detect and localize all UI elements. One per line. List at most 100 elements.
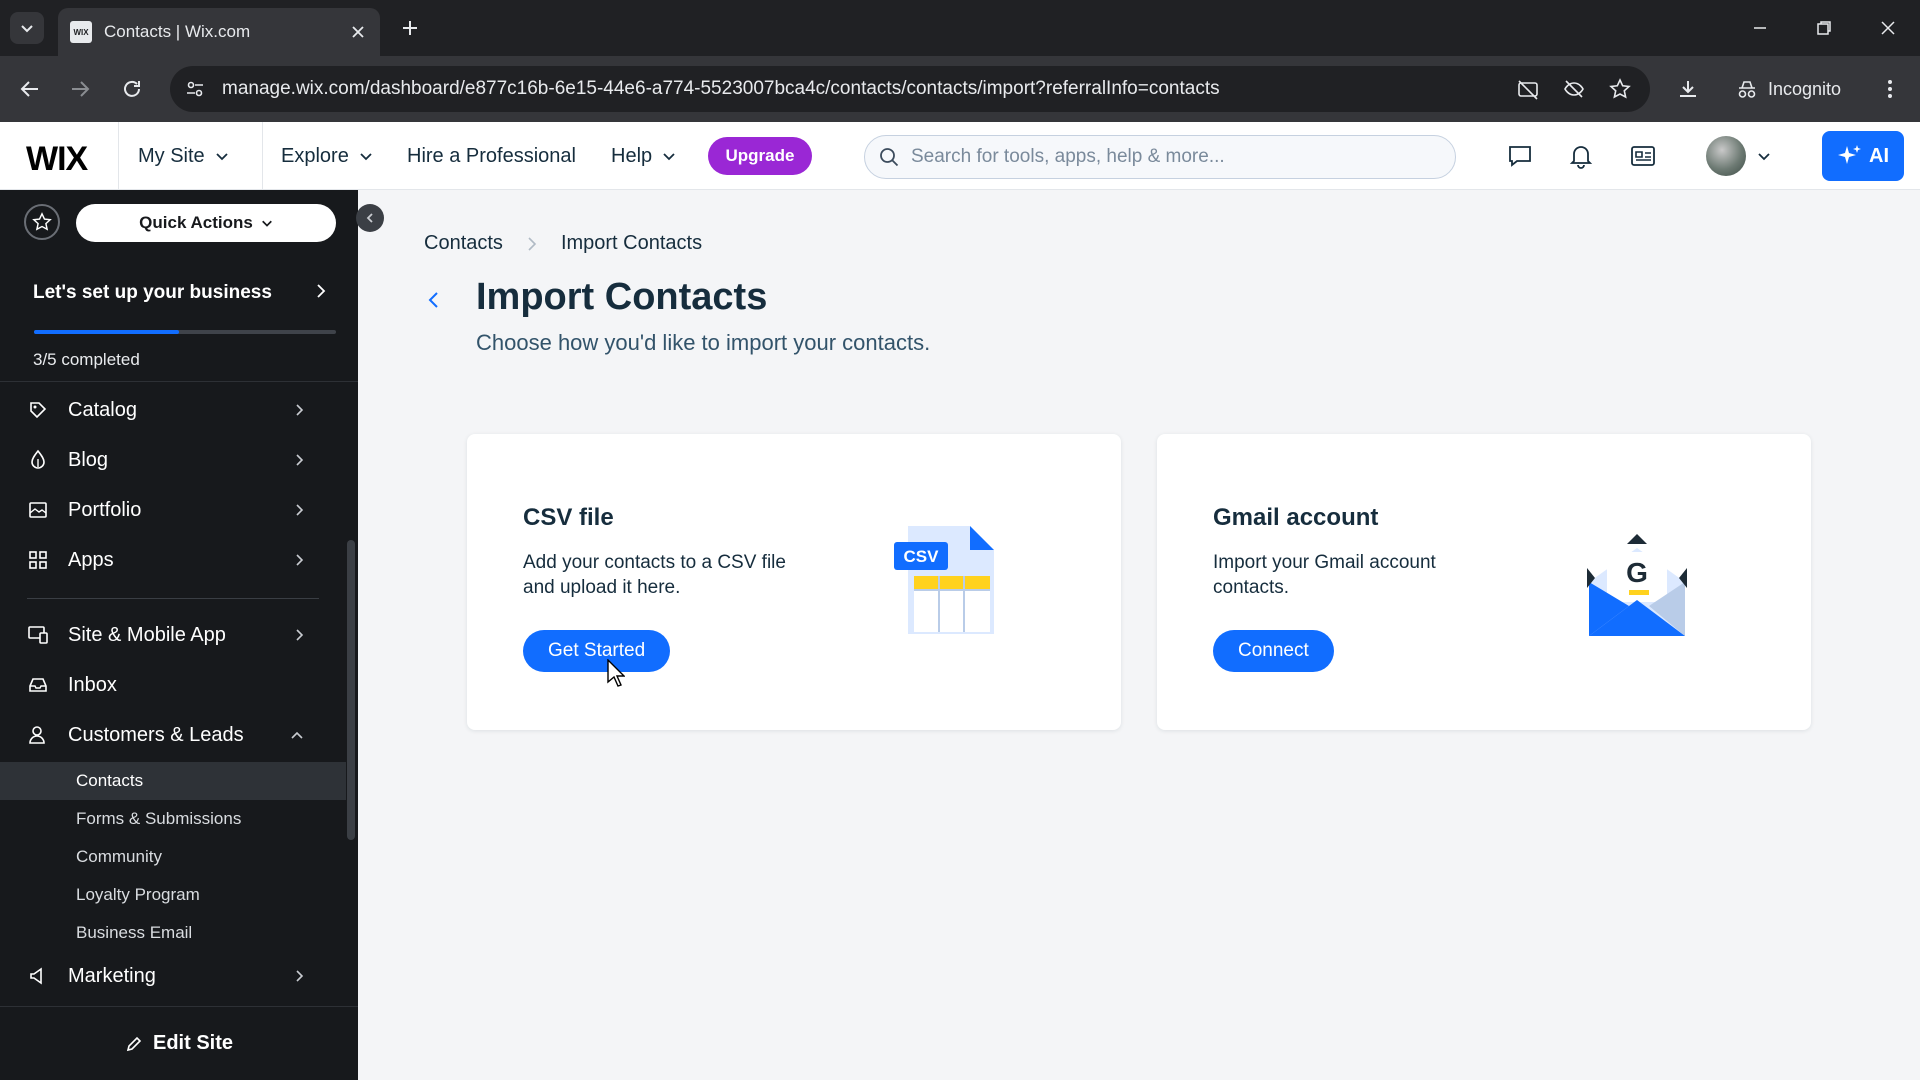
sidebar-item-label: Marketing	[68, 964, 156, 987]
chevron-down-icon	[360, 153, 372, 161]
site-settings-icon[interactable]	[178, 72, 212, 106]
setup-progress-section[interactable]: Let's set up your business 3/5 completed	[0, 256, 358, 382]
back-arrow-icon[interactable]	[14, 73, 46, 105]
sidebar-item-customers-leads[interactable]: Customers & Leads	[0, 711, 340, 759]
url-text: manage.wix.com/dashboard/e877c16b-6e15-4…	[222, 78, 1220, 99]
help-label: Help	[611, 144, 653, 167]
sidebar-item-label: Portfolio	[68, 498, 142, 521]
page-title: Import Contacts	[476, 276, 768, 318]
restore-icon[interactable]	[1796, 10, 1852, 46]
sidebar-subitem-forms-submissions[interactable]: Forms & Submissions	[0, 800, 346, 838]
address-bar[interactable]: manage.wix.com/dashboard/e877c16b-6e15-4…	[170, 66, 1650, 112]
favorites-star-button[interactable]	[24, 204, 60, 240]
search-bar[interactable]	[864, 135, 1456, 179]
page-subtitle: Choose how you'd like to import your con…	[476, 330, 931, 355]
chevron-left-icon	[366, 213, 373, 223]
quick-actions-button[interactable]: Quick Actions	[76, 204, 336, 242]
divider	[262, 122, 263, 190]
notifications-bell-icon[interactable]	[1565, 140, 1597, 172]
sidebar-divider	[27, 598, 319, 599]
sidebar-subitem-business-email[interactable]: Business Email	[0, 914, 346, 952]
tab-search-button[interactable]	[10, 12, 44, 44]
my-site-menu[interactable]: My Site	[138, 122, 229, 190]
explore-menu[interactable]: Explore	[281, 122, 373, 190]
help-menu[interactable]: Help	[611, 122, 676, 190]
minimize-icon[interactable]	[1732, 10, 1788, 46]
chevron-down-icon	[21, 25, 33, 33]
my-site-label: My Site	[138, 144, 205, 167]
sidebar-item-catalog[interactable]: Catalog	[0, 386, 340, 434]
card-title: CSV file	[523, 504, 614, 531]
sidebar-item-blog[interactable]: Blog	[0, 436, 340, 484]
bookmark-star-icon[interactable]	[1604, 73, 1636, 105]
portfolio-icon	[27, 499, 49, 521]
browser-tab[interactable]: WIX Contacts | Wix.com	[58, 8, 380, 56]
catalog-icon	[27, 399, 49, 421]
wix-logo[interactable]: WIX	[26, 140, 88, 179]
incognito-indicator[interactable]: Incognito	[1722, 68, 1852, 110]
sparkle-icon	[1838, 145, 1861, 164]
chevron-right-icon	[317, 284, 326, 298]
sidebar-subitem-contacts[interactable]: Contacts	[0, 762, 346, 800]
inbox-icon	[27, 674, 49, 696]
site-dashboard-icon[interactable]	[1627, 140, 1659, 172]
sidebar-scrollbar[interactable]	[347, 540, 355, 840]
chevron-down-icon	[216, 153, 228, 161]
gmail-badge-text: G	[1626, 557, 1648, 588]
chevron-right-icon	[296, 629, 304, 641]
search-icon	[880, 148, 899, 167]
chevron-up-icon	[291, 731, 303, 739]
sidebar-item-site-mobile-app[interactable]: Site & Mobile App	[0, 611, 340, 659]
chevron-down-icon	[261, 220, 272, 227]
edit-site-button[interactable]: Edit Site	[0, 1006, 358, 1080]
blog-icon	[27, 449, 49, 471]
chat-icon[interactable]	[1504, 140, 1536, 172]
sidebar-subitem-community[interactable]: Community	[0, 838, 346, 876]
upgrade-button[interactable]: Upgrade	[708, 137, 812, 175]
get-started-button[interactable]: Get Started	[523, 630, 671, 672]
gmail-import-card: Gmail account Import your Gmail account …	[1157, 434, 1811, 730]
ai-assistant-button[interactable]: AI	[1822, 131, 1904, 181]
sidebar-subitem-loyalty-program[interactable]: Loyalty Program	[0, 876, 346, 914]
site-mobile-icon	[27, 624, 49, 646]
user-avatar[interactable]	[1706, 136, 1746, 176]
download-icon[interactable]	[1672, 73, 1704, 105]
collapse-sidebar-button[interactable]	[356, 204, 384, 232]
incognito-icon	[1738, 81, 1756, 98]
breadcrumb-contacts-link[interactable]: Contacts	[424, 232, 503, 255]
window-close-icon[interactable]	[1860, 10, 1916, 46]
customers-icon	[27, 724, 49, 746]
wix-favicon-icon: WIX	[70, 21, 92, 43]
sidebar-item-label: Inbox	[68, 673, 117, 696]
sidebar-item-inbox[interactable]: Inbox	[0, 661, 340, 709]
reload-icon[interactable]	[116, 73, 148, 105]
divider	[118, 122, 119, 190]
card-title: Gmail account	[1213, 504, 1379, 531]
browser-toolbar: manage.wix.com/dashboard/e877c16b-6e15-4…	[0, 56, 1920, 122]
tab-close-icon[interactable]	[348, 22, 368, 42]
sidebar-item-marketing[interactable]: Marketing	[0, 952, 340, 1000]
sidebar-item-portfolio[interactable]: Portfolio	[0, 486, 340, 534]
connect-button[interactable]: Connect	[1213, 630, 1334, 672]
setup-title: Let's set up your business	[33, 282, 272, 303]
sidebar: Quick Actions Let's set up your business…	[0, 190, 384, 1080]
incognito-label: Incognito	[1768, 78, 1842, 99]
account-chevron-down-icon[interactable]	[1748, 140, 1780, 172]
sidebar-item-apps[interactable]: Apps	[0, 536, 340, 584]
quick-actions-label: Quick Actions	[139, 213, 253, 232]
sidebar-item-label: Blog	[68, 448, 109, 471]
browser-tab-bar: WIX Contacts | Wix.com	[0, 0, 1920, 56]
mouse-cursor-icon	[607, 659, 625, 687]
forward-arrow-icon[interactable]	[64, 73, 96, 105]
tab-title: Contacts | Wix.com	[104, 22, 251, 41]
eye-off-icon[interactable]	[1558, 73, 1590, 105]
gmail-envelope-icon: G	[1585, 532, 1689, 640]
browser-menu-icon[interactable]	[1874, 73, 1906, 105]
chevron-right-icon	[296, 454, 304, 466]
camera-off-icon[interactable]	[1512, 73, 1544, 105]
chevron-right-icon	[296, 504, 304, 516]
hire-professional-link[interactable]: Hire a Professional	[407, 122, 576, 190]
back-button[interactable]	[420, 286, 448, 314]
search-input[interactable]	[911, 146, 1431, 168]
new-tab-icon[interactable]	[398, 16, 422, 40]
